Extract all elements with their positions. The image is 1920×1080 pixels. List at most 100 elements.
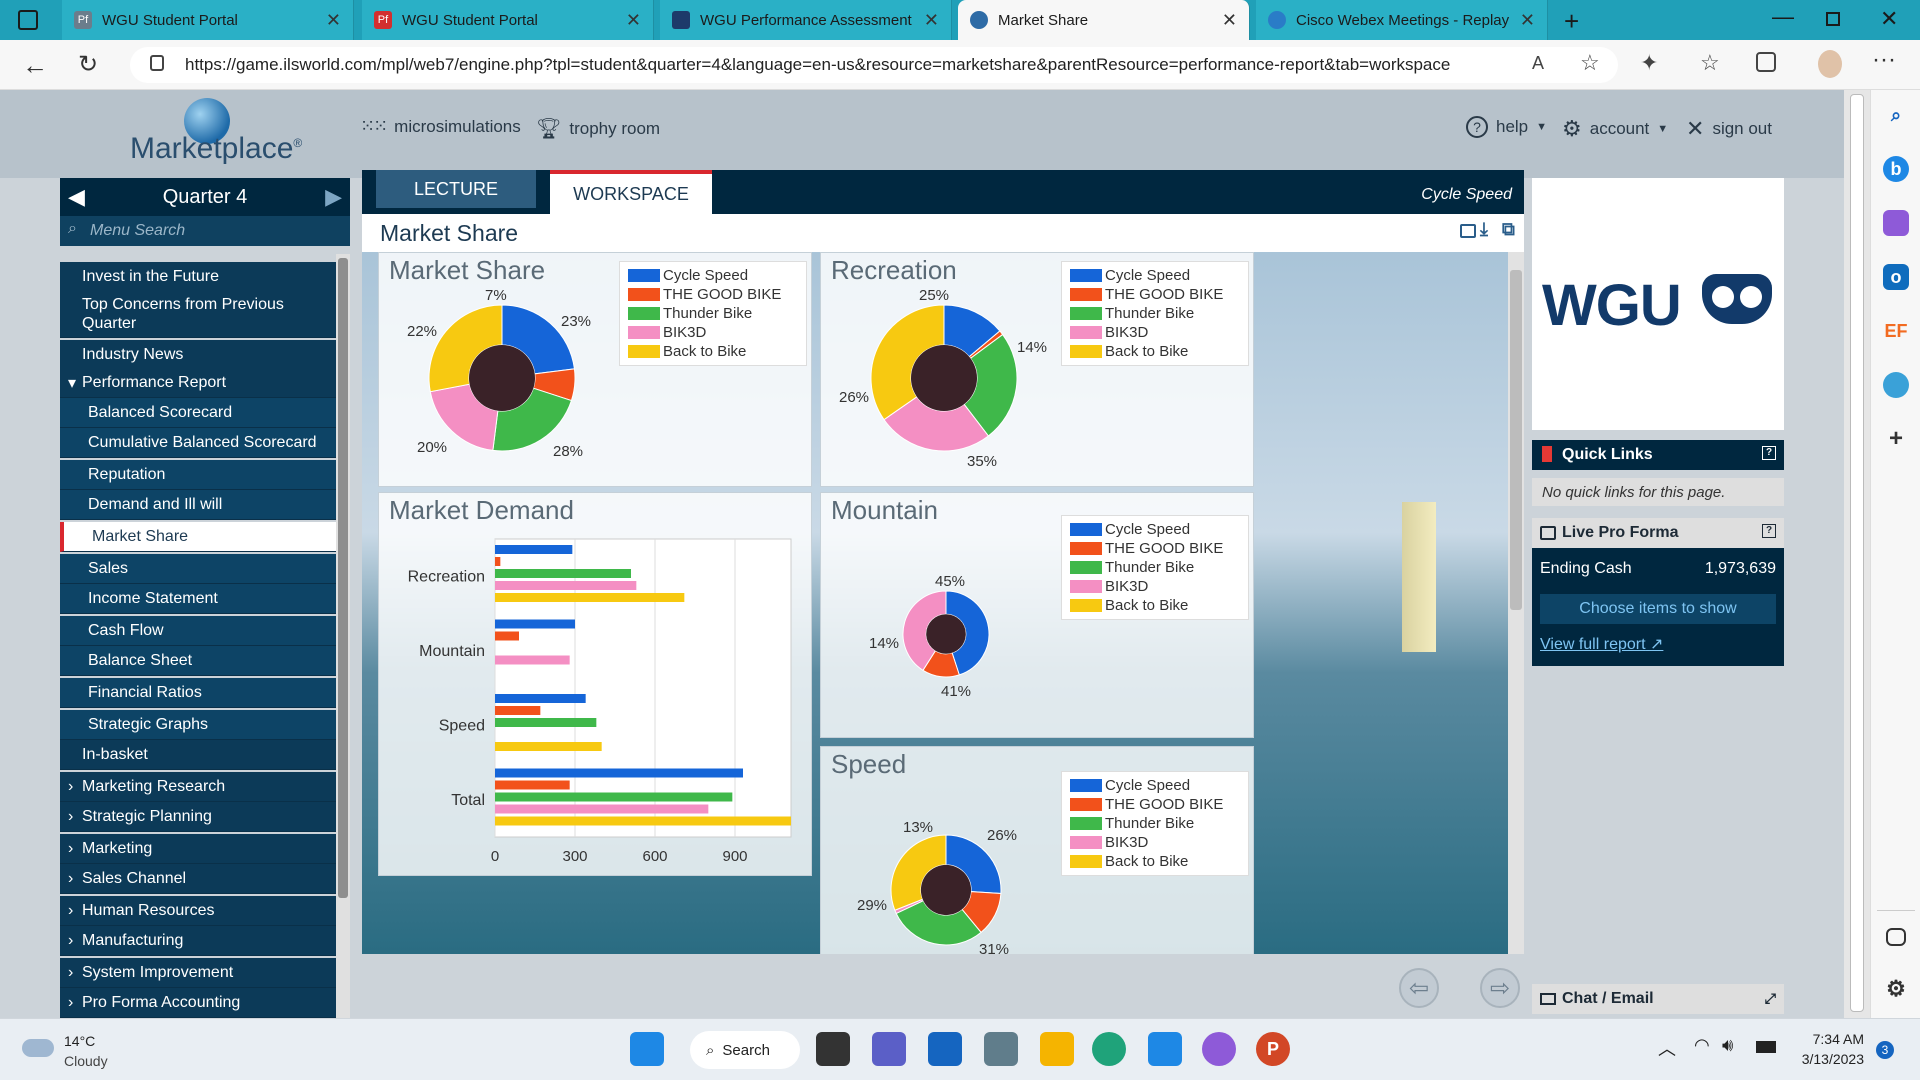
sidebar-item-sales-channel[interactable]: › Sales Channel [60,864,336,894]
shopping-icon[interactable] [1883,210,1909,236]
more-icon[interactable]: ··· [1872,46,1896,74]
help-icon[interactable]: ? [1762,446,1776,460]
notification-badge[interactable]: 3 [1876,1041,1894,1059]
sidebar-item-in-basket[interactable]: In-basket [60,740,336,770]
help-link[interactable]: ? help ▼ [1466,116,1547,138]
sidebar-item-financial-ratios[interactable]: Financial Ratios [60,678,336,708]
clock-date[interactable]: 3/13/2023 [1790,1051,1864,1067]
next-arrow-icon[interactable]: ⇨ [1480,968,1520,1008]
favorite-add-icon[interactable]: ☆ [1580,50,1600,76]
browser-tab-1[interactable]: Pf WGU Student Portal ✕ [62,0,354,40]
calendar-icon[interactable] [1148,1032,1182,1066]
view-full-report-link[interactable]: View full report ↗ [1540,634,1663,654]
settings-icon[interactable]: ⚙ [1883,976,1909,1002]
teams-chat-icon[interactable] [872,1032,906,1066]
sidebar-item-marketing-research[interactable]: › Marketing Research [60,772,336,802]
search-icon[interactable]: ⌕ [1883,102,1909,128]
menu-scroll-thumb[interactable] [338,258,348,898]
close-icon[interactable]: ✕ [924,10,939,31]
menu-search-input[interactable]: ⌕ Menu Search [60,216,350,246]
expand-icon[interactable]: ⤢ [1765,990,1776,1007]
sidebar-item-human-resources[interactable]: › Human Resources [60,896,336,926]
background-scroll-thumb[interactable] [1510,270,1522,610]
new-tab-icon[interactable]: + [1564,6,1579,37]
live-pro-forma-header[interactable]: Live Pro Forma ? [1532,518,1784,548]
sign-out-link[interactable]: ✕ sign out [1686,116,1772,142]
ef-icon[interactable]: EF [1883,318,1909,344]
sidebar-item-balance-sheet[interactable]: Balance Sheet [60,646,336,676]
wifi-icon[interactable]: ◠ [1694,1035,1710,1056]
sidebar-item-strategic-planning[interactable]: › Strategic Planning [60,802,336,832]
back-icon[interactable]: ← [22,50,48,81]
sidebar-item-strategic-graphs[interactable]: Strategic Graphs [60,710,336,740]
url-field[interactable]: https://game.ilsworld.com/mpl/web7/engin… [130,47,1618,83]
sidebar-item-invest[interactable]: Invest in the Future [60,262,336,292]
task-view-icon[interactable] [816,1032,850,1066]
close-window-icon[interactable]: ✕ [1880,6,1898,32]
collections-icon[interactable] [1756,52,1776,72]
sidebar-item-reputation[interactable]: Reputation [60,460,336,490]
add-icon[interactable]: + [1883,425,1909,452]
read-aloud-icon[interactable]: A [1532,53,1544,74]
marketplace-logo[interactable]: Marketplace® [130,132,302,166]
help-icon[interactable]: ? [1762,524,1776,538]
account-link[interactable]: ⚙ account ▼ [1562,116,1668,142]
sidebar-item-pro-forma-accounting[interactable]: › Pro Forma Accounting [60,988,336,1018]
start-icon[interactable] [630,1032,664,1066]
browser-tab-4[interactable]: Market Share ✕ [958,0,1250,40]
microsimulations-link[interactable]: ⁙⁙ microsimulations [360,116,521,137]
next-quarter-icon[interactable]: ▶ [325,184,342,210]
battery-icon[interactable] [1756,1041,1776,1053]
store-icon[interactable] [928,1032,962,1066]
refresh-icon[interactable]: ↻ [78,50,98,79]
close-icon[interactable]: ✕ [326,10,341,31]
minimize-icon[interactable]: — [1772,4,1794,30]
sidebar-item-performance-report[interactable]: ▾ Performance Report [60,368,336,398]
sidebar-item-marketing[interactable]: › Marketing [60,834,336,864]
hide-sidebar-icon[interactable] [1886,928,1906,946]
prev-quarter-icon[interactable]: ◀ [68,184,85,210]
browser-tab-5[interactable]: Cisco Webex Meetings - Replay P ✕ [1256,0,1548,40]
taskbar-search[interactable]: ⌕ Search [690,1031,800,1069]
extensions-icon[interactable]: ✦ [1640,50,1658,76]
tab-workspace[interactable]: WORKSPACE [550,170,712,214]
sidebar-item-balanced-scorecard[interactable]: Balanced Scorecard [60,398,336,428]
quick-links-header[interactable]: Quick Links ? [1532,440,1784,470]
close-icon[interactable]: ✕ [626,10,641,31]
choose-items-button[interactable]: Choose items to show [1540,594,1776,624]
page-scroll-thumb[interactable] [1850,94,1864,1012]
sidebar-item-market-share[interactable]: Market Share [60,522,336,552]
sidebar-item-income-statement[interactable]: Income Statement [60,584,336,614]
print-icon[interactable] [1460,224,1476,238]
file-explorer-icon[interactable] [1040,1032,1074,1066]
sidebar-item-industry-news[interactable]: Industry News [60,340,336,370]
games-icon[interactable] [1883,372,1909,398]
sidebar-item-sales[interactable]: Sales [60,554,336,584]
sidebar-item-demand-ill-will[interactable]: Demand and Ill will [60,490,336,520]
sidebar-item-system-improvement[interactable]: › System Improvement [60,958,336,988]
chat-email-bar[interactable]: Chat / Email ⤢ [1532,984,1784,1014]
bing-icon[interactable]: b [1883,156,1909,182]
tab-actions-icon[interactable] [18,10,38,30]
favorites-icon[interactable]: ☆ [1700,50,1720,76]
close-icon[interactable]: ✕ [1222,10,1237,31]
chevron-up-icon[interactable]: ︿ [1658,1035,1676,1061]
browser-tab-2[interactable]: Pf WGU Student Portal ✕ [362,0,654,40]
copilot-icon[interactable] [1202,1032,1236,1066]
calculator-icon[interactable] [984,1032,1018,1066]
download-icon[interactable]: ⤓ [1480,219,1488,240]
close-icon[interactable]: ✕ [1520,10,1535,31]
sidebar-item-cash-flow[interactable]: Cash Flow [60,616,336,646]
tab-lecture[interactable]: LECTURE [376,170,536,208]
sidebar-item-manufacturing[interactable]: › Manufacturing [60,926,336,956]
restore-icon[interactable] [1826,12,1840,26]
sidebar-item-cumulative-scorecard[interactable]: Cumulative Balanced Scorecard [60,428,336,458]
powerpoint-icon[interactable]: P [1256,1032,1290,1066]
previous-arrow-icon[interactable]: ⇦ [1399,968,1439,1008]
trophy-room-link[interactable]: 🏆︎ trophy room [536,116,660,141]
clock-time[interactable]: 7:34 AM [1804,1031,1864,1047]
edge-icon[interactable] [1092,1032,1126,1066]
volume-icon[interactable]: 🔊︎ [1722,1035,1733,1056]
outlook-icon[interactable]: o [1883,264,1909,290]
profile-avatar[interactable] [1818,50,1842,78]
